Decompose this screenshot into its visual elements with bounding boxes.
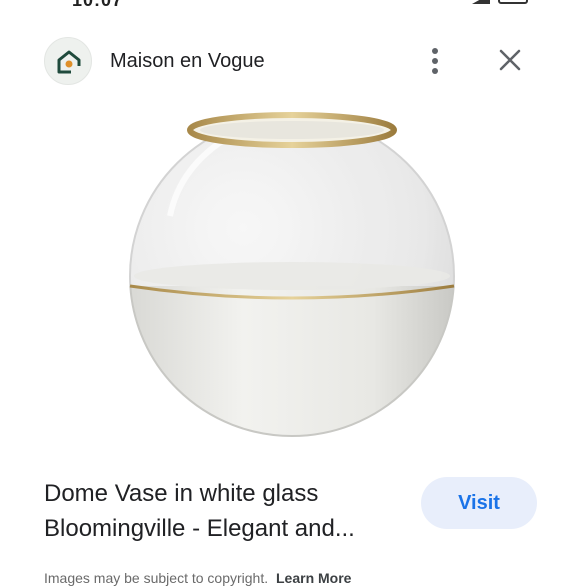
visit-button[interactable]: Visit — [421, 477, 537, 529]
more-vert-dot — [432, 58, 438, 64]
site-logo[interactable] — [44, 37, 92, 85]
house-logo-icon — [57, 50, 81, 74]
vase-image — [129, 112, 455, 437]
result-title[interactable]: Dome Vase in white glass Bloomingville -… — [44, 476, 404, 546]
copyright-notice: Images may be subject to copyright. Lear… — [44, 570, 351, 586]
product-image[interactable] — [20, 96, 560, 456]
close-icon — [499, 49, 521, 71]
signal-icon — [472, 0, 490, 4]
close-button[interactable] — [494, 44, 526, 76]
more-options-button[interactable] — [421, 44, 449, 78]
battery-icon — [498, 0, 528, 4]
copyright-text: Images may be subject to copyright. — [44, 570, 269, 586]
site-name[interactable]: Maison en Vogue — [110, 50, 265, 73]
header: Maison en Vogue — [0, 30, 580, 90]
status-icons — [472, 0, 528, 4]
status-time: 10:07 — [72, 0, 124, 10]
learn-more-link[interactable]: Learn More — [276, 570, 351, 586]
more-vert-icon — [432, 48, 438, 54]
status-bar: 10:07 — [0, 0, 580, 10]
title-line-2: Bloomingville - Elegant and... — [44, 515, 355, 542]
title-line-1: Dome Vase in white glass — [44, 480, 319, 507]
more-vert-dot — [432, 68, 438, 74]
